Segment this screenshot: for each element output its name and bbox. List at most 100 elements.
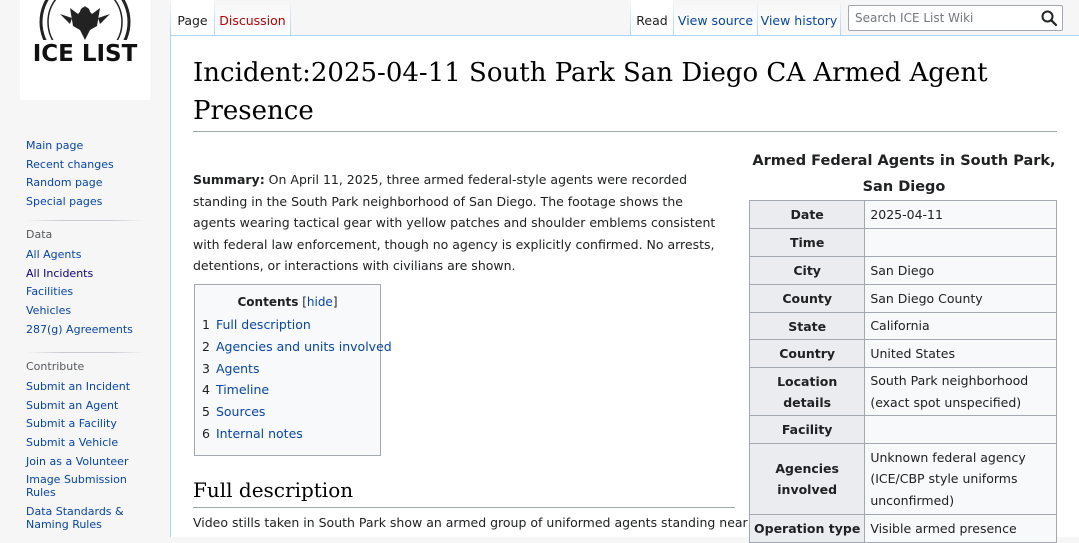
tab-view-history[interactable]: View history [758, 0, 840, 35]
sidebar-link[interactable]: Submit an Agent [26, 399, 118, 412]
sidebar-item-submit-facility[interactable]: Submit a Facility [26, 417, 166, 430]
infobox-label: Time [748, 228, 866, 257]
sidebar-item-submit-agent[interactable]: Submit an Agent [26, 399, 166, 412]
toc-number: 1 [202, 317, 210, 332]
tab-label: View history [760, 13, 838, 28]
sidebar-item-main-page[interactable]: Main page [26, 139, 166, 152]
search-icon [1041, 10, 1058, 27]
infobox-value: Unknown federal agency (ICE/CBP style un… [864, 443, 1057, 515]
sidebar-link[interactable]: Submit a Vehicle [26, 436, 118, 449]
toc-item[interactable]: 1 Full description [202, 318, 392, 331]
sidebar-link[interactable]: All Incidents [26, 267, 93, 280]
infobox-caption: Armed Federal Agents in South Park, San … [752, 153, 1056, 195]
toc-heading: Contents [237, 295, 299, 309]
toc-hide-link[interactable]: hide [307, 295, 333, 309]
toc-label[interactable]: Agents [216, 361, 260, 376]
sidebar-item-submit-vehicle[interactable]: Submit a Vehicle [26, 436, 166, 449]
page-title: Incident:2025-04-11 South Park San Diego… [193, 58, 988, 126]
summary-text: On April 11, 2025, three armed federal-s… [193, 172, 716, 274]
infobox-value: San Diego [864, 256, 1057, 285]
sidebar-link[interactable]: Vehicles [26, 304, 71, 317]
tab-divider [840, 0, 841, 35]
toc-number: 6 [202, 425, 210, 441]
infobox-row-facility: Facility [748, 415, 1057, 444]
infobox-label: Facility [748, 415, 866, 444]
sidebar-item-special-pages[interactable]: Special pages [26, 195, 166, 208]
tab-label: Read [636, 13, 668, 28]
sidebar-link[interactable]: Recent changes [26, 158, 114, 171]
infobox-value: Visible armed presence [864, 514, 1057, 543]
sidebar-item-image-rules[interactable]: Image Submission Rules [26, 473, 131, 499]
toc-number: 4 [202, 382, 210, 398]
sidebar-link[interactable]: All Agents [26, 248, 81, 261]
tab-label: Page [177, 13, 208, 28]
sidebar-link[interactable]: Data Standards & Naming Rules [26, 505, 124, 531]
infobox-row-location-details: Location details South Park neighborhood … [748, 367, 1057, 416]
toc-item[interactable]: 4 Timeline [202, 383, 392, 396]
toc-label[interactable]: Full description [216, 317, 311, 332]
toc-item[interactable]: 5 Sources [202, 405, 392, 418]
sidebar-item-all-agents[interactable]: All Agents [26, 248, 166, 261]
sidebar-item-vehicles[interactable]: Vehicles [26, 304, 166, 317]
section-paragraph: Video stills taken in South Park show an… [193, 515, 753, 530]
sidebar-contribute-section: Contribute Submit an Incident Submit an … [26, 352, 166, 537]
sidebar-link[interactable]: Image Submission Rules [26, 473, 127, 499]
sidebar-item-data-standards[interactable]: Data Standards & Naming Rules [26, 505, 131, 531]
infobox-row-date: Date 2025-04-11 [748, 200, 1057, 229]
logo-text: ICE LIST [30, 40, 140, 68]
infobox-label: Country [748, 339, 866, 368]
toc-label[interactable]: Timeline [216, 382, 269, 397]
infobox-value [864, 415, 1057, 444]
sidebar-link[interactable]: Submit a Facility [26, 417, 117, 430]
sidebar-link[interactable]: Submit an Incident [26, 380, 130, 393]
tab-divider [290, 0, 291, 35]
infobox-label: Date [748, 200, 866, 229]
infobox-label: County [748, 284, 866, 313]
search-button[interactable] [1040, 9, 1058, 27]
toc-label[interactable]: Agencies and units involved [216, 339, 392, 354]
infobox-label: State [748, 312, 866, 340]
sidebar-link[interactable]: Main page [26, 139, 83, 152]
sidebar-item-all-incidents[interactable]: All Incidents [26, 267, 166, 280]
tab-discussion[interactable]: Discussion [215, 0, 290, 35]
sidebar-link[interactable]: Facilities [26, 285, 73, 298]
tab-read[interactable]: Read [631, 0, 673, 35]
sidebar-link[interactable]: Random page [26, 176, 103, 189]
search-input[interactable] [849, 6, 1034, 30]
sidebar-link[interactable]: 287(g) Agreements [26, 323, 133, 336]
sidebar-item-submit-incident[interactable]: Submit an Incident [26, 380, 166, 393]
sidebar-divider [26, 352, 146, 353]
sidebar-link[interactable]: Join as a Volunteer [26, 455, 128, 468]
toc-title: Contents [hide] [237, 295, 338, 309]
tab-page[interactable]: Page [171, 0, 214, 35]
tab-view-source[interactable]: View source [674, 0, 757, 35]
sidebar-item-recent-changes[interactable]: Recent changes [26, 158, 166, 171]
toc-item[interactable]: 6 Internal notes [202, 427, 392, 440]
section-heading-full-description: Full description [193, 476, 735, 508]
sidebar-item-join-volunteer[interactable]: Join as a Volunteer [26, 455, 166, 468]
toc-number: 3 [202, 360, 210, 376]
infobox-value: 2025-04-11 [864, 200, 1057, 229]
toc-number: 5 [202, 404, 210, 420]
table-of-contents: Contents [hide] 1 Full description 2 Agenc… [194, 284, 392, 456]
search-box [848, 5, 1063, 31]
toc-item[interactable]: 2 Agencies and units involved [202, 340, 392, 353]
infobox-value: South Park neighborhood (exact spot unsp… [864, 367, 1057, 416]
sidebar-item-287g-agreements[interactable]: 287(g) Agreements [26, 323, 166, 336]
infobox-row-state: State California [748, 312, 1057, 340]
tab-label: Discussion [219, 13, 286, 28]
sidebar-item-facilities[interactable]: Facilities [26, 285, 166, 298]
sidebar-link[interactable]: Special pages [26, 195, 102, 208]
summary-paragraph: Summary: On April 11, 2025, three armed … [193, 169, 728, 277]
infobox-label: City [748, 256, 866, 285]
sidebar-item-random-page[interactable]: Random page [26, 176, 166, 189]
toc-item[interactable]: 3 Agents [202, 362, 392, 375]
site-logo[interactable]: ICE LIST [20, 0, 150, 100]
infobox-row-country: Country United States [748, 339, 1057, 368]
infobox-value [864, 228, 1057, 257]
toc-label[interactable]: Internal notes [216, 426, 303, 441]
summary-label: Summary: [193, 172, 265, 187]
infobox-value: San Diego County [864, 284, 1057, 313]
infobox-row-time: Time [748, 228, 1057, 257]
toc-label[interactable]: Sources [216, 404, 265, 419]
